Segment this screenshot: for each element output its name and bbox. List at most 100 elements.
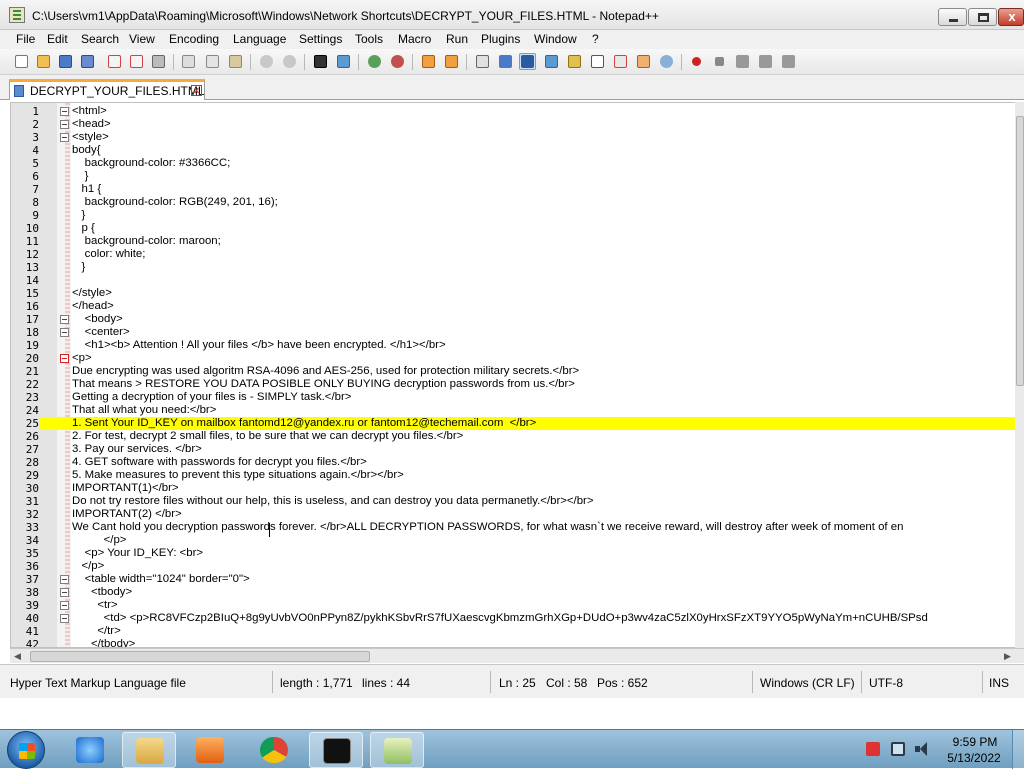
- code-line[interactable]: 13 }: [11, 261, 1023, 274]
- code-line[interactable]: 42 </tbody>: [11, 638, 1023, 647]
- code-line[interactable]: 20 <p>: [11, 352, 1023, 365]
- code-line[interactable]: 26 2. For test, decrypt 2 small files, to…: [11, 430, 1023, 443]
- internet-explorer-icon[interactable]: [63, 732, 117, 768]
- volume-icon[interactable]: [915, 742, 929, 756]
- code-line[interactable]: 31 Do not try restore files without our h…: [11, 495, 1023, 508]
- fold-toggle-icon[interactable]: [60, 354, 69, 363]
- user-language-icon[interactable]: [543, 53, 560, 70]
- tab-decrypt-your-files[interactable]: DECRYPT_YOUR_FILES.HTML x: [9, 79, 205, 100]
- menu-search[interactable]: Search: [81, 32, 119, 46]
- code-line[interactable]: 33 We Cant hold you decryption passwords …: [11, 521, 1023, 534]
- menu-window[interactable]: Window: [534, 32, 577, 46]
- tab-close-icon[interactable]: x: [191, 85, 202, 96]
- code-line[interactable]: 4 body{: [11, 144, 1023, 157]
- menu-language[interactable]: Language: [233, 32, 286, 46]
- view-icon[interactable]: [658, 53, 675, 70]
- stop-macro-icon[interactable]: [711, 53, 728, 70]
- chrome-icon[interactable]: [247, 732, 301, 768]
- cut-icon[interactable]: [180, 53, 197, 70]
- clock-time[interactable]: 9:59 PM: [948, 735, 1002, 749]
- code-line[interactable]: 15 </style>: [11, 287, 1023, 300]
- code-line[interactable]: 18 <center>: [11, 326, 1023, 339]
- code-line[interactable]: 40 <td> <p>RC8VFCzp2BIuQ+8g9yUvbVO0nPPyn…: [11, 612, 1023, 625]
- code-line[interactable]: 21 Due encrypting was used algoritm RSA-4…: [11, 365, 1023, 378]
- code-line[interactable]: 5 background-color: #3366CC;: [11, 157, 1023, 170]
- fold-toggle-icon[interactable]: [60, 315, 69, 324]
- vertical-scroll-thumb[interactable]: [1016, 116, 1024, 386]
- fold-toggle-icon[interactable]: [60, 614, 69, 623]
- menu-macro[interactable]: Macro: [398, 32, 431, 46]
- show-desktop-button[interactable]: [1012, 730, 1024, 769]
- menu-settings[interactable]: Settings: [299, 32, 342, 46]
- code-line[interactable]: 3 <style>: [11, 131, 1023, 144]
- code-line[interactable]: 23 Getting a decryption of your files is …: [11, 391, 1023, 404]
- code-line[interactable]: 16 </head>: [11, 300, 1023, 313]
- fold-toggle-icon[interactable]: [60, 133, 69, 142]
- code-line[interactable]: 1 <html>: [11, 105, 1023, 118]
- notepadpp-icon[interactable]: [370, 732, 424, 768]
- zoom-out-icon[interactable]: [389, 53, 406, 70]
- fold-toggle-icon[interactable]: [60, 107, 69, 116]
- minimize-button[interactable]: [938, 8, 967, 26]
- save-macro-icon[interactable]: [780, 53, 797, 70]
- code-line[interactable]: 2 <head>: [11, 118, 1023, 131]
- indent-guide-icon[interactable]: [519, 53, 536, 70]
- paste-icon[interactable]: [227, 53, 244, 70]
- menu-encoding[interactable]: Encoding: [169, 32, 219, 46]
- menu-help[interactable]: ?: [592, 32, 599, 46]
- code-line[interactable]: 11 background-color: maroon;: [11, 235, 1023, 248]
- code-line[interactable]: 8 background-color: RGB(249, 201, 16);: [11, 196, 1023, 209]
- show-all-chars-icon[interactable]: [497, 53, 514, 70]
- run-macro-multiple-icon[interactable]: [757, 53, 774, 70]
- find-icon[interactable]: [312, 53, 329, 70]
- menu-file[interactable]: File: [16, 32, 35, 46]
- close-all-icon[interactable]: [128, 53, 145, 70]
- code-line[interactable]: 25 1. Sent Your ID_KEY on mailbox fantomd…: [11, 417, 1023, 430]
- code-line[interactable]: 38 <tbody>: [11, 586, 1023, 599]
- vertical-scrollbar[interactable]: [1015, 102, 1024, 648]
- close-file-icon[interactable]: [106, 53, 123, 70]
- monitoring-icon[interactable]: [635, 53, 652, 70]
- cmd-icon[interactable]: [309, 732, 363, 768]
- code-line[interactable]: 10 p {: [11, 222, 1023, 235]
- horizontal-scrollbar[interactable]: ◀ ▶: [10, 648, 1024, 663]
- play-macro-icon[interactable]: [734, 53, 751, 70]
- fold-toggle-icon[interactable]: [60, 601, 69, 610]
- menu-run[interactable]: Run: [446, 32, 468, 46]
- function-list-icon[interactable]: [589, 53, 606, 70]
- code-line[interactable]: 32 IMPORTANT(2) </br>: [11, 508, 1023, 521]
- media-player-icon[interactable]: [183, 732, 237, 768]
- editor[interactable]: 1 <html> 2 <head> 3 <style> 4 body{5 background…: [10, 102, 1024, 648]
- fold-toggle-icon[interactable]: [60, 588, 69, 597]
- sync-horizontal-icon[interactable]: [443, 53, 460, 70]
- code-line[interactable]: 27 3. Pay our services. </br>: [11, 443, 1023, 456]
- open-file-icon[interactable]: [35, 53, 52, 70]
- code-line[interactable]: 29 5. Make measures to prevent this type …: [11, 469, 1023, 482]
- code-line[interactable]: 30 IMPORTANT(1)</br>: [11, 482, 1023, 495]
- sync-vertical-icon[interactable]: [420, 53, 437, 70]
- menu-plugins[interactable]: Plugins: [481, 32, 520, 46]
- file-explorer-icon[interactable]: [122, 732, 176, 768]
- folder-workspace-icon[interactable]: [612, 53, 629, 70]
- code-line[interactable]: 9 }: [11, 209, 1023, 222]
- fold-toggle-icon[interactable]: [60, 120, 69, 129]
- record-macro-icon[interactable]: [688, 53, 705, 70]
- network-icon[interactable]: [891, 742, 905, 756]
- code-line[interactable]: 12 color: white;: [11, 248, 1023, 261]
- menu-edit[interactable]: Edit: [47, 32, 68, 46]
- fold-toggle-icon[interactable]: [60, 575, 69, 584]
- clock-date[interactable]: 5/13/2022: [944, 751, 1004, 765]
- menu-view[interactable]: View: [129, 32, 155, 46]
- zoom-in-icon[interactable]: [366, 53, 383, 70]
- maximize-button[interactable]: [968, 8, 997, 26]
- code-line[interactable]: 22 That means > RESTORE YOU DATA POSIBLE …: [11, 378, 1023, 391]
- notepadpp-app-icon[interactable]: [9, 7, 25, 23]
- code-line[interactable]: 41 </tr>: [11, 625, 1023, 638]
- code-line[interactable]: 14: [11, 274, 1023, 287]
- fold-toggle-icon[interactable]: [60, 328, 69, 337]
- horizontal-scroll-thumb[interactable]: [30, 651, 370, 662]
- code-line[interactable]: 34 </p>: [11, 534, 1023, 547]
- scroll-right-arrow-icon[interactable]: ▶: [1004, 651, 1011, 662]
- close-button[interactable]: x: [998, 8, 1024, 26]
- start-button[interactable]: [7, 731, 45, 769]
